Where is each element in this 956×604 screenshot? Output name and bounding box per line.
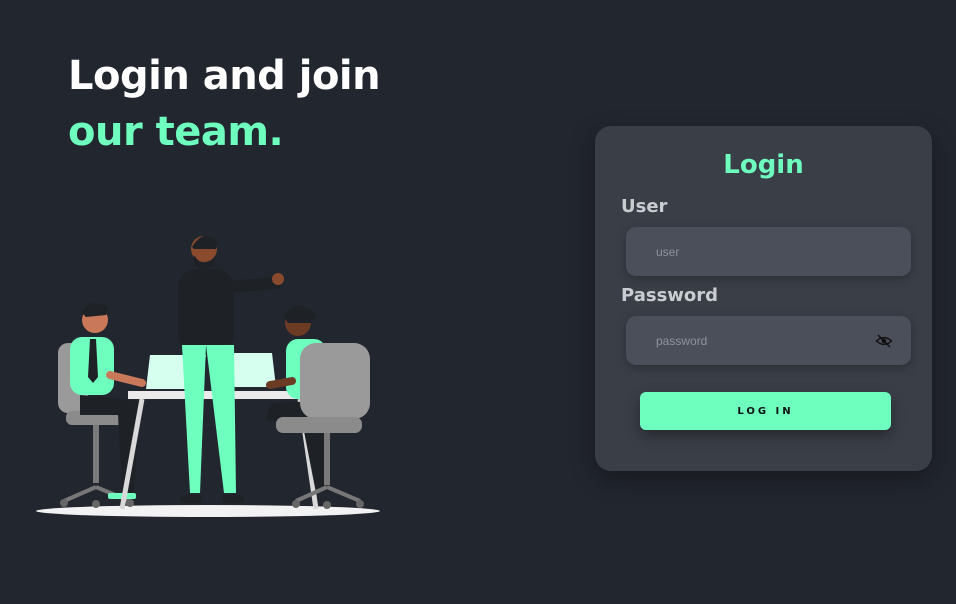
login-card: Login User Password LOG IN: [595, 126, 932, 471]
hero-heading: Login and join our team.: [68, 48, 381, 160]
user-label: User: [621, 196, 668, 217]
hero-line-2: our team.: [68, 109, 284, 155]
hero-line-1: Login and join: [68, 53, 381, 99]
eye-slash-icon[interactable]: [875, 332, 893, 350]
team-illustration: [36, 235, 380, 517]
password-input[interactable]: [626, 316, 876, 365]
user-input[interactable]: [626, 227, 876, 276]
login-button[interactable]: LOG IN: [640, 392, 891, 430]
user-input-wrapper: [626, 227, 911, 276]
login-title: Login: [723, 150, 804, 180]
password-input-wrapper: [626, 316, 911, 365]
hero-title: Login and join our team.: [68, 48, 381, 160]
password-label: Password: [621, 285, 719, 306]
